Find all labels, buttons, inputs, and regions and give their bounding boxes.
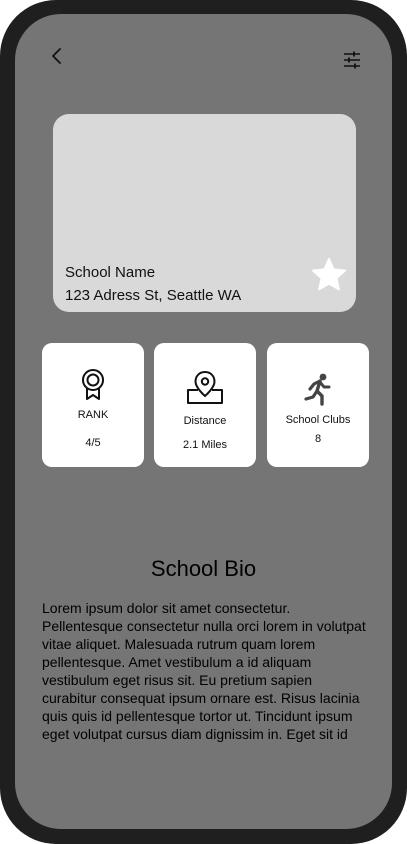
clubs-value: 8 xyxy=(314,433,322,445)
school-address: 123 Adress St, Seattle WA xyxy=(65,287,242,304)
stat-card-rank[interactable]: RANK 4/5 xyxy=(42,343,144,467)
distance-label: Distance xyxy=(183,415,227,427)
star-icon[interactable] xyxy=(311,257,347,293)
bio-heading: School Bio xyxy=(150,556,257,581)
map-pin-icon xyxy=(187,371,223,404)
distance-value: 2.1 Miles xyxy=(182,439,228,451)
phone-frame: School Name 123 Adress St, Seattle WA RA… xyxy=(0,0,407,844)
school-name: School Name xyxy=(65,264,156,281)
rank-value: 4/5 xyxy=(85,437,101,449)
rank-label: RANK xyxy=(77,409,109,421)
stat-card-clubs[interactable]: School Clubs 8 xyxy=(267,343,369,467)
running-person-icon xyxy=(304,373,331,406)
sliders-icon xyxy=(344,51,360,69)
app-screen: School Name 123 Adress St, Seattle WA RA… xyxy=(15,14,392,829)
chevron-left-icon xyxy=(52,48,61,64)
bio-text: Lorem ipsum dolor sit amet consectetur. … xyxy=(42,600,366,742)
school-image-card[interactable]: School Name 123 Adress St, Seattle WA xyxy=(53,114,356,312)
back-button[interactable] xyxy=(43,42,71,70)
clubs-label: School Clubs xyxy=(285,414,351,426)
filter-button[interactable] xyxy=(338,46,366,74)
award-ribbon-icon xyxy=(82,369,104,400)
stat-card-distance[interactable]: Distance 2.1 Miles xyxy=(154,343,256,467)
